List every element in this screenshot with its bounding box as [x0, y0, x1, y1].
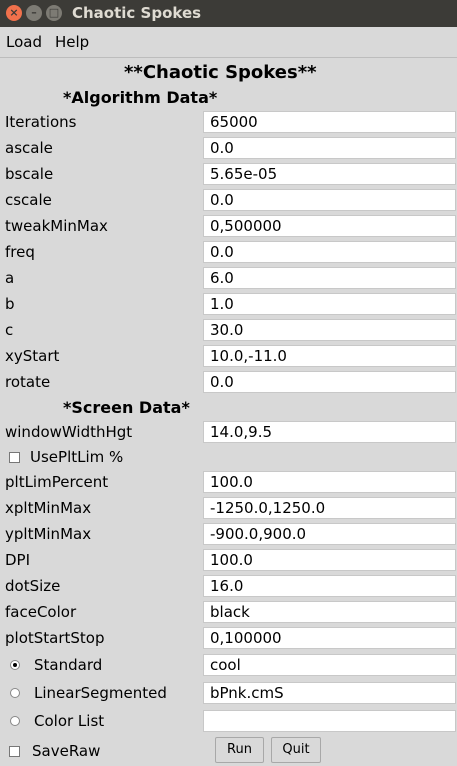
tweakminmax-label: tweakMinMax [5, 217, 108, 235]
b-input[interactable]: 1.0 [203, 293, 456, 315]
saveraw-checkbox[interactable] [9, 746, 20, 757]
xystart-label: xyStart [5, 347, 60, 365]
ascale-label: ascale [5, 139, 53, 157]
a-label: a [5, 269, 15, 287]
title-bar: × – □ Chaotic Spokes [0, 0, 457, 27]
plotstartstop-label: plotStartStop [5, 629, 105, 647]
linearsegmented-colormap-input[interactable]: bPnk.cmS [203, 682, 456, 704]
colorlist-input[interactable] [203, 710, 456, 732]
dotsize-input[interactable]: 16.0 [203, 575, 456, 597]
quit-button[interactable]: Quit [271, 737, 321, 763]
facecolor-input[interactable]: black [203, 601, 456, 623]
standard-radio[interactable] [10, 660, 20, 670]
usepltlim-checkbox[interactable] [9, 452, 20, 463]
menu-bar: Load Help [0, 27, 457, 58]
xpltminmax-label: xpltMinMax [5, 499, 92, 517]
bscale-input[interactable]: 5.65e-05 [203, 163, 456, 185]
cscale-label: cscale [5, 191, 52, 209]
menu-help[interactable]: Help [55, 33, 89, 51]
xystart-input[interactable]: 10.0,-11.0 [203, 345, 456, 367]
facecolor-label: faceColor [5, 603, 77, 621]
tweakminmax-input[interactable]: 0,500000 [203, 215, 456, 237]
window-title: Chaotic Spokes [72, 4, 202, 22]
standard-colormap-input[interactable]: cool [203, 654, 456, 676]
linearsegmented-label: LinearSegmented [34, 684, 167, 702]
windowwidthhgt-input[interactable]: 14.0,9.5 [203, 421, 456, 443]
saveraw-label: SaveRaw [32, 742, 101, 760]
c-input[interactable]: 30.0 [203, 319, 456, 341]
b-label: b [5, 295, 15, 313]
ascale-input[interactable]: 0.0 [203, 137, 456, 159]
cscale-input[interactable]: 0.0 [203, 189, 456, 211]
dpi-label: DPI [5, 551, 31, 569]
close-icon[interactable]: × [6, 5, 22, 21]
standard-label: Standard [34, 656, 103, 674]
rotate-input[interactable]: 0.0 [203, 371, 456, 393]
iterations-label: Iterations [5, 113, 77, 131]
iterations-input[interactable]: 65000 [203, 111, 456, 133]
maximize-icon[interactable]: □ [46, 5, 62, 21]
c-label: c [5, 321, 14, 339]
freq-input[interactable]: 0.0 [203, 241, 456, 263]
a-input[interactable]: 6.0 [203, 267, 456, 289]
run-button[interactable]: Run [215, 737, 264, 763]
ypltminmax-input[interactable]: -900.0,900.0 [203, 523, 456, 545]
usepltlim-label: UsePltLim % [30, 448, 124, 466]
bscale-label: bscale [5, 165, 54, 183]
colorlist-radio[interactable] [10, 716, 20, 726]
windowwidthhgt-label: windowWidthHgt [5, 423, 133, 441]
rotate-label: rotate [5, 373, 51, 391]
menu-load[interactable]: Load [6, 33, 42, 51]
minimize-icon[interactable]: – [26, 5, 42, 21]
pltlimpercent-label: pltLimPercent [5, 473, 109, 491]
xpltminmax-input[interactable]: -1250.0,1250.0 [203, 497, 456, 519]
page-title: **Chaotic Spokes** [124, 62, 317, 83]
screen-heading: *Screen Data* [63, 398, 190, 417]
dpi-input[interactable]: 100.0 [203, 549, 456, 571]
plotstartstop-input[interactable]: 0,100000 [203, 627, 456, 649]
pltlimpercent-input[interactable]: 100.0 [203, 471, 456, 493]
colorlist-label: Color List [34, 712, 105, 730]
linearsegmented-radio[interactable] [10, 688, 20, 698]
algorithm-heading: *Algorithm Data* [63, 88, 218, 107]
ypltminmax-label: ypltMinMax [5, 525, 92, 543]
dotsize-label: dotSize [5, 577, 61, 595]
freq-label: freq [5, 243, 35, 261]
